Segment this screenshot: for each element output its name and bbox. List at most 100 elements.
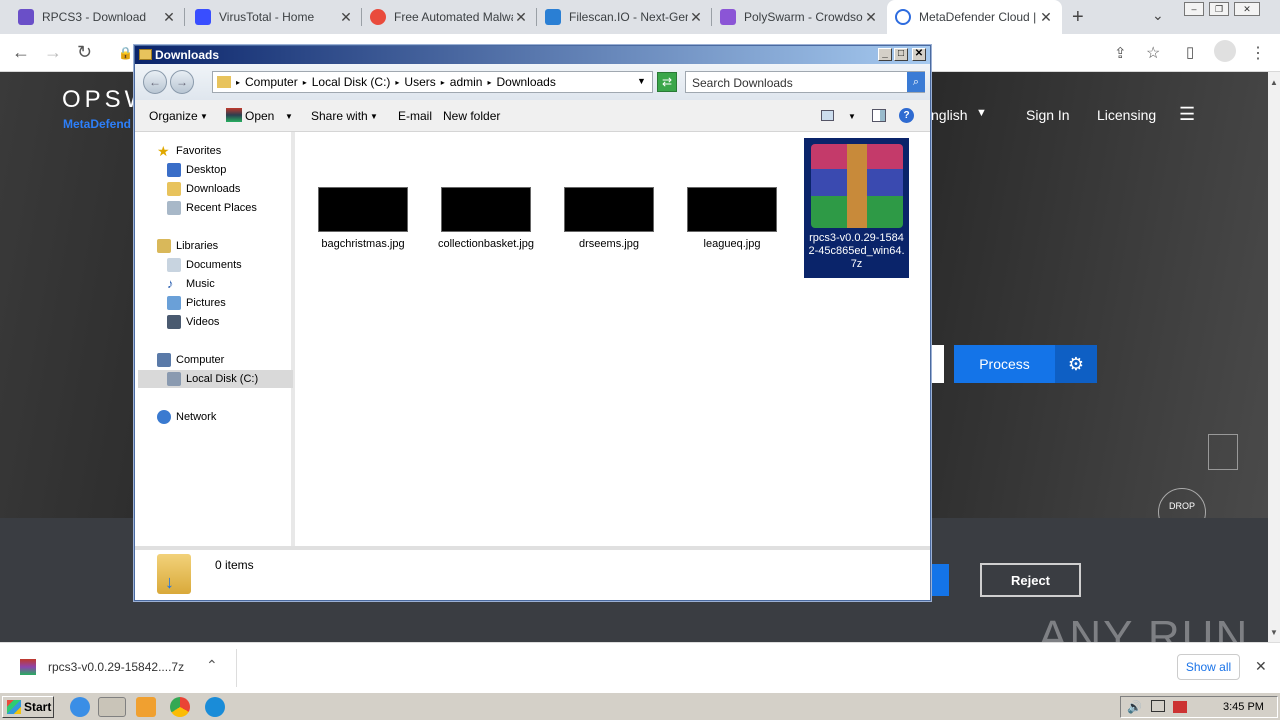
edge-icon[interactable] [205, 697, 225, 717]
restore-button[interactable]: ❐ [1209, 2, 1229, 16]
lock-icon[interactable]: 🔒 [118, 46, 133, 60]
close-button[interactable]: ✕ [912, 48, 926, 61]
chevron-right-icon[interactable]: ▸ [236, 78, 240, 87]
hamburger-menu-icon[interactable]: ☰ [1179, 104, 1195, 125]
tab-search-icon[interactable]: ⌄ [1152, 7, 1164, 24]
licensing-link[interactable]: Licensing [1097, 107, 1156, 123]
explorer-taskbar-icon[interactable] [98, 697, 126, 717]
explorer-title-bar[interactable]: Downloads _ □ ✕ [135, 46, 930, 64]
crumb-admin[interactable]: admin [450, 75, 483, 89]
preview-pane-icon[interactable] [872, 109, 886, 122]
email-button[interactable]: E-mail [398, 109, 432, 123]
nav-videos[interactable]: Videos [167, 313, 219, 331]
close-icon[interactable]: ✕ [338, 9, 354, 26]
share-icon[interactable]: ⇪ [1114, 44, 1127, 62]
nav-downloads[interactable]: Downloads [167, 180, 240, 198]
reject-button[interactable]: Reject [980, 563, 1081, 597]
close-icon[interactable]: ✕ [1038, 9, 1054, 26]
minimize-button[interactable]: – [1184, 2, 1204, 16]
nav-local-disk[interactable]: Local Disk (C:) [138, 370, 293, 388]
close-icon[interactable]: ✕ [1255, 658, 1267, 675]
tab-rpcs3[interactable]: RPCS3 - Download ✕ [10, 0, 185, 34]
chevron-right-icon[interactable]: ▸ [441, 78, 445, 87]
tab-anyrun[interactable]: Free Automated Malwa ✕ [362, 0, 537, 34]
new-tab-button[interactable]: + [1072, 6, 1084, 29]
scroll-up-icon[interactable]: ▲ [1270, 78, 1278, 87]
network-icon[interactable] [1151, 700, 1165, 712]
download-item-name[interactable]: rpcs3-v0.0.29-15842....7z [48, 660, 184, 674]
file-item[interactable]: bagchristmas.jpg [308, 187, 418, 250]
forward-arrow-icon[interactable]: → [44, 42, 62, 63]
new-folder-button[interactable]: New folder [443, 109, 500, 123]
chevron-right-icon[interactable]: ▸ [487, 78, 491, 87]
minimize-button[interactable]: _ [878, 48, 892, 61]
scroll-down-icon[interactable]: ▼ [1270, 628, 1278, 637]
file-item[interactable]: drseems.jpg [554, 187, 664, 250]
volume-icon[interactable]: 🔊 [1127, 700, 1142, 714]
sign-in-link[interactable]: Sign In [1026, 107, 1070, 123]
close-icon[interactable]: ✕ [513, 9, 529, 26]
nav-network[interactable]: Network [157, 408, 216, 426]
close-icon[interactable]: ✕ [863, 9, 879, 26]
forward-button[interactable]: → [170, 70, 194, 94]
chevron-up-icon[interactable]: ⌃ [206, 657, 218, 674]
ie-icon[interactable] [70, 697, 90, 717]
tab-metadefender[interactable]: MetaDefender Cloud | ✕ [887, 0, 1062, 34]
process-button[interactable]: Process [954, 345, 1055, 383]
reload-icon[interactable]: ↻ [77, 42, 92, 63]
file-input-edge[interactable] [932, 345, 944, 383]
side-panel-icon[interactable]: ▯ [1186, 43, 1194, 61]
security-alert-icon[interactable] [1173, 701, 1187, 713]
chevron-down-icon[interactable]: ▼ [285, 112, 293, 121]
organize-button[interactable]: Organize [149, 109, 198, 123]
tab-filescan[interactable]: Filescan.IO - Next-Gen ✕ [537, 0, 712, 34]
profile-avatar-icon[interactable] [1214, 40, 1236, 62]
start-button[interactable]: Start [2, 696, 54, 718]
tab-polyswarm[interactable]: PolySwarm - Crowdsou ✕ [712, 0, 887, 34]
crumb-users[interactable]: Users [404, 75, 435, 89]
selected-file-item[interactable]: rpcs3-v0.0.29-15842-45c865ed_win64.7z [804, 138, 909, 278]
chevron-down-icon[interactable]: ▼ [370, 112, 378, 121]
breadcrumb[interactable]: ▸ Computer ▸ Local Disk (C:) ▸ Users ▸ a… [212, 71, 653, 93]
close-icon[interactable]: ✕ [688, 9, 704, 26]
nav-favorites[interactable]: ★ Favorites [157, 142, 221, 160]
menu-dots-icon[interactable]: ⋮ [1250, 43, 1266, 63]
nav-recent-places[interactable]: Recent Places [167, 199, 257, 217]
search-input[interactable]: Search Downloads [685, 71, 925, 93]
close-window-button[interactable]: ✕ [1234, 2, 1260, 16]
help-icon[interactable]: ? [899, 108, 914, 123]
accept-button-edge[interactable] [931, 564, 949, 596]
nav-pictures[interactable]: Pictures [167, 294, 226, 312]
refresh-icon[interactable]: ⇄ [657, 72, 677, 92]
show-all-button[interactable]: Show all [1177, 654, 1240, 680]
chevron-right-icon[interactable]: ▸ [303, 78, 307, 87]
nav-libraries[interactable]: Libraries [157, 237, 218, 255]
nav-desktop[interactable]: Desktop [167, 161, 226, 179]
chrome-icon[interactable] [170, 697, 190, 717]
crumb-local-disk[interactable]: Local Disk (C:) [312, 75, 391, 89]
nav-documents[interactable]: Documents [167, 256, 242, 274]
nav-computer[interactable]: Computer [157, 351, 224, 369]
settings-gear-icon[interactable]: ⚙ [1055, 345, 1097, 383]
file-item[interactable]: collectionbasket.jpg [431, 187, 541, 250]
maximize-button[interactable]: □ [894, 48, 908, 61]
language-selector[interactable]: nglish [931, 107, 968, 123]
chevron-down-icon[interactable]: ▼ [848, 112, 856, 121]
share-with-button[interactable]: Share with [311, 109, 368, 123]
search-icon[interactable]: ⌕ [907, 72, 925, 92]
media-player-icon[interactable] [136, 697, 156, 717]
back-button[interactable]: ← [143, 70, 167, 94]
clock[interactable]: 3:45 PM [1223, 701, 1264, 713]
bookmark-star-icon[interactable]: ☆ [1146, 43, 1160, 63]
file-item[interactable]: leagueq.jpg [677, 187, 787, 250]
tab-virustotal[interactable]: VirusTotal - Home ✕ [187, 0, 362, 34]
view-options-icon[interactable] [821, 110, 834, 121]
crumb-computer[interactable]: Computer [245, 75, 298, 89]
back-arrow-icon[interactable]: ← [12, 42, 30, 63]
nav-music[interactable]: ♪ Music [167, 275, 215, 293]
close-icon[interactable]: ✕ [161, 9, 177, 26]
page-scrollbar[interactable]: ▲ ▼ [1268, 72, 1280, 642]
chevron-down-icon[interactable]: ▼ [637, 76, 646, 86]
crumb-downloads[interactable]: Downloads [496, 75, 555, 89]
open-button[interactable]: Open [245, 109, 274, 123]
